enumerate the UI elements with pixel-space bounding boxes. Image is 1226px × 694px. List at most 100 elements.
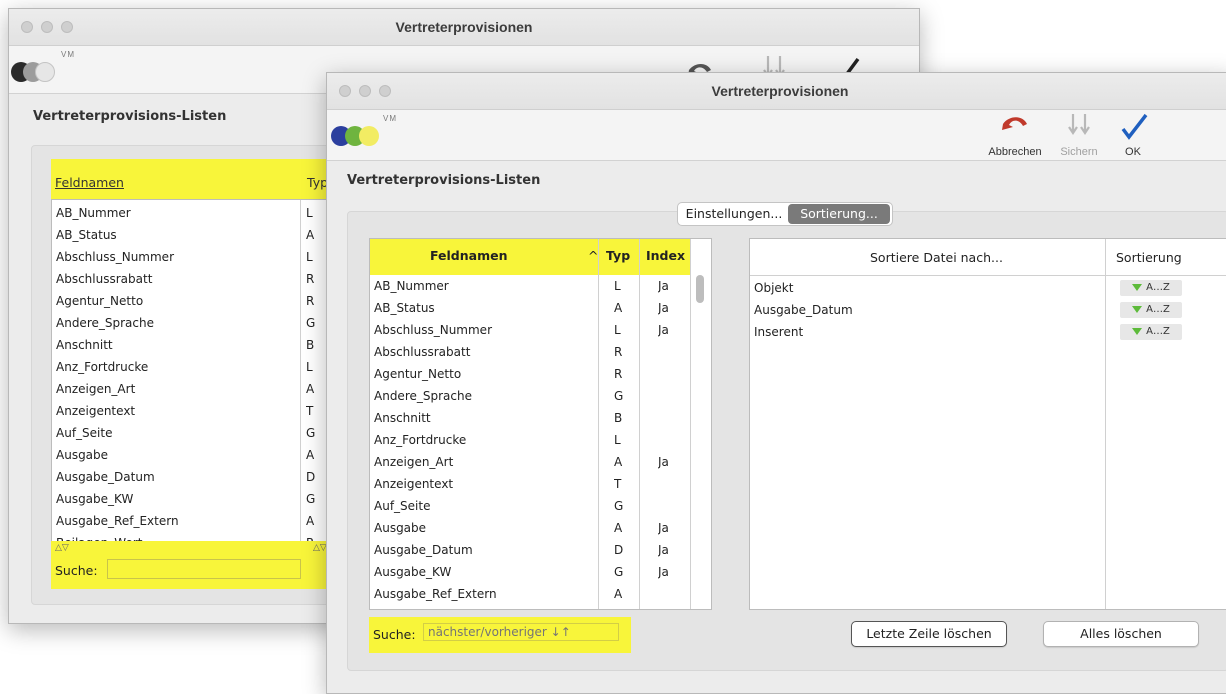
field-name: AB_Status [56,228,117,242]
field-type: A [306,382,315,396]
ok-label: OK [1125,146,1141,158]
sort-field-name: Ausgabe_Datum [754,303,853,317]
list-item[interactable]: Abschluss_Nummer L [52,246,352,268]
field-name: Andere_Sprache [374,389,472,403]
back-header-typ[interactable]: Typ [307,175,328,190]
list-item[interactable]: Ausgabe_KW G [52,488,352,510]
delete-all-button[interactable]: Alles löschen [1043,621,1199,647]
field-type: B [306,338,315,352]
sort-direction-button[interactable]: A…Z [1120,324,1182,340]
fields-scrollbar[interactable] [696,275,704,303]
sort-table[interactable]: Sortiere Datei nach... Sortierung Objekt… [749,238,1226,610]
table-row[interactable]: Andere_Sprache G [370,385,690,407]
field-type: L [306,250,313,264]
header-typ[interactable]: Typ [606,245,636,267]
table-row[interactable]: Ausgabe_Ref_Extern A [370,583,690,605]
back-titlebar: Vertreterprovisionen [9,9,919,46]
delete-last-row-button[interactable]: Letzte Zeile löschen [851,621,1007,647]
field-type: A [306,228,315,242]
field-index: Ja [658,279,669,293]
sort-arrows-icon[interactable]: △▽ [55,543,69,553]
field-type: G [306,492,316,506]
list-item[interactable]: Auf_Seite G [52,422,352,444]
back-header-feldnamen[interactable]: Feldnamen [55,175,124,190]
table-row[interactable]: Auf_Seite G [370,495,690,517]
list-item[interactable]: Anzeigen_Art A [52,378,352,400]
list-item[interactable]: Abschlussrabatt R [52,268,352,290]
table-row[interactable]: Ausgabe_KW G Ja [370,561,690,583]
table-row[interactable]: Ausgabe_Datum D Ja [370,539,690,561]
fields-header-row: Feldnamen ^ Typ Index [370,245,711,267]
sort-arrows-icon[interactable]: △▽ [313,543,327,553]
table-row[interactable]: Abschluss_Nummer L Ja [370,319,690,341]
field-type: T [306,404,314,418]
fields-table[interactable]: Feldnamen ^ Typ Index AB_Nummer L Ja AB_Sta… [369,238,712,610]
field-index [658,429,688,451]
list-item[interactable]: Ausgabe_Datum D [52,466,352,488]
table-row[interactable]: AB_Nummer L Ja [370,275,690,297]
list-item[interactable]: Agentur_Netto R [52,290,352,312]
table-row[interactable]: Ausgabe A Ja [370,517,690,539]
back-search-input[interactable] [107,559,301,579]
table-row[interactable]: Objekt A…Z [750,277,1226,299]
field-type: G [614,499,624,513]
field-name: Anz_Fortdrucke [56,360,149,374]
field-type: R [614,345,623,359]
field-name: Auf_Seite [56,426,113,440]
cancel-button[interactable]: Abbrechen [979,110,1051,158]
save-arrows-icon [1066,112,1092,143]
list-item[interactable]: Ausgabe A [52,444,352,466]
table-row[interactable]: Abschlussrabatt R [370,341,690,363]
table-row[interactable]: Anzeigentext T [370,473,690,495]
tab-sortierung[interactable]: Sortierung... [788,204,890,224]
table-row[interactable]: Ausgabe_Datum A…Z [750,299,1226,321]
list-item[interactable]: Andere_Sprache G [52,312,352,334]
field-name: Ausgabe_Ref_Extern [56,514,179,528]
list-item[interactable]: Anz_Fortdrucke L [52,356,352,378]
list-item[interactable]: Ausgabe_Ref_Extern A [52,510,352,532]
list-item[interactable]: AB_Status A [52,224,352,246]
back-field-list[interactable]: AB_Nummer L AB_Status A Abschluss_Nummer L Abs… [51,199,353,543]
field-index [658,341,688,363]
table-row[interactable]: Agentur_Netto R [370,363,690,385]
tab-einstellungen[interactable]: Einstellungen... [680,204,788,224]
header-index[interactable]: Index [646,245,686,267]
header-feldnamen[interactable]: Feldnamen [430,245,580,267]
field-name: Ausgabe [374,521,427,535]
search-input[interactable] [423,623,619,641]
field-type: G [306,426,316,440]
list-item[interactable]: Anzeigentext T [52,400,352,422]
table-row[interactable]: Anschnitt B [370,407,690,429]
save-button: Sichern [1053,110,1105,158]
logo-text: VM [383,114,397,123]
field-name: Agentur_Netto [56,294,144,308]
table-row[interactable]: AB_Status A Ja [370,297,690,319]
back-section-title: Vertreterprovisions-Listen [33,109,227,124]
field-type: A [614,587,623,601]
ok-button[interactable]: OK [1109,110,1157,158]
header-sortierung[interactable]: Sortierung [1116,247,1196,269]
field-index [658,495,688,517]
save-label: Sichern [1060,146,1098,158]
sort-indicator[interactable]: ^ [588,245,602,267]
fields-rows: AB_Nummer L Ja AB_Status A Ja Abschluss_Nummer… [370,275,690,609]
list-item[interactable]: Anschnitt B [52,334,352,356]
field-name: AB_Nummer [374,279,449,293]
table-row[interactable]: Inserent A…Z [750,321,1226,343]
field-type: G [614,565,624,579]
field-type: G [614,389,624,403]
field-type: G [306,316,316,330]
field-name: Auf_Seite [374,499,431,513]
field-type: A [614,301,623,315]
table-row[interactable]: Anzeigen_Art A Ja [370,451,690,473]
sort-direction-button[interactable]: A…Z [1120,280,1182,296]
sort-direction-label: A…Z [1146,304,1170,315]
table-row[interactable]: Anz_Fortdrucke L [370,429,690,451]
cancel-label: Abbrechen [988,146,1042,158]
header-sortiere[interactable]: Sortiere Datei nach... [870,247,1070,269]
field-type: L [306,206,313,220]
sort-direction-button[interactable]: A…Z [1120,302,1182,318]
list-item[interactable]: AB_Nummer L [52,202,352,224]
field-index [658,385,688,407]
field-type: A [306,448,315,462]
